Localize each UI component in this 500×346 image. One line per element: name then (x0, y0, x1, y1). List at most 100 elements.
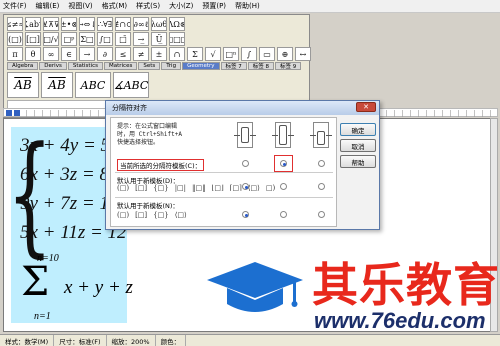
palette-quick-symbol-15[interactable]: ⊕ (277, 47, 293, 61)
palette-symbol-1[interactable]: ∡ab∵ (25, 17, 41, 31)
palette-quick-symbol-0[interactable]: π (7, 47, 23, 61)
palette-quick-symbol-13[interactable]: ∫ (241, 47, 257, 61)
menu-item-0[interactable]: 文件(F) (3, 1, 27, 11)
dialog-title: 分隔符对齐 (112, 104, 147, 112)
menu-item-3[interactable]: 格式(M) (102, 1, 128, 11)
palette-tab-6[interactable]: Geometry (182, 62, 220, 70)
palette-quick-symbol-7[interactable]: ≠ (133, 47, 149, 61)
palette-symbol-4[interactable]: →⇔↓ (79, 17, 95, 31)
status-style: 样式：数学(M) (0, 335, 55, 346)
palette-quick-symbol-16[interactable]: ↔ (295, 47, 311, 61)
palette-template-7[interactable]: →̲ (133, 32, 149, 46)
menu-item-4[interactable]: 样式(S) (136, 1, 160, 11)
palette-symbol-7[interactable]: ∂∞ℓ (133, 17, 149, 31)
palette-tab-5[interactable]: Trig (161, 62, 182, 70)
palette-symbol-5[interactable]: ∴∀∃ (97, 17, 113, 31)
delimiter-templates-n: (□) [□] {□} ⟨□⟩ (117, 211, 187, 219)
palette-quick-symbol-9[interactable]: ∩ (169, 47, 185, 61)
template-d-1: [□] (135, 184, 148, 192)
palette-template-3[interactable]: □ᵖ (61, 32, 77, 46)
geometry-template-2[interactable]: ABC (75, 72, 111, 98)
palette-tab-3[interactable]: Matrices (103, 62, 138, 70)
menu-item-6[interactable]: 预置(P) (202, 1, 226, 11)
cancel-button[interactable]: 取消 (340, 139, 376, 152)
sum-symbol: Σ (21, 259, 50, 305)
palette-symbol-2[interactable]: ⊻⊼⊽ (43, 17, 59, 31)
default-n-center-radio[interactable] (280, 211, 287, 218)
delimiter-templates-d: (□) [□] {□} |□| ‖□‖ ⌊□⌋ ⌈□⌉ ⟨□⟩ □) (117, 184, 275, 192)
palette-quick-symbol-11[interactable]: √ (205, 47, 221, 61)
equation-line-3: 9y + 7z = 1€ (20, 193, 119, 214)
palette-tab-4[interactable]: Sets (138, 62, 161, 70)
current-align-bottom-radio[interactable] (318, 160, 325, 167)
geometry-templates: AB AB ABC ∡ABC (7, 72, 149, 98)
current-template-label: 当前所选的分隔符模板(C)： (117, 159, 205, 171)
ok-button[interactable]: 确定 (340, 123, 376, 136)
default-n-top-radio[interactable] (242, 211, 249, 218)
current-align-top-radio[interactable] (242, 160, 249, 167)
palette-template-6[interactable]: □̄ (115, 32, 131, 46)
palette-template-9[interactable]: □□□ (169, 32, 185, 46)
status-color: 颜色： (156, 335, 187, 346)
palette-symbol-9[interactable]: ΛΩ⊗ (169, 17, 185, 31)
palette-quick-symbol-1[interactable]: θ (25, 47, 41, 61)
shortcut-hint: 提示：在公式窗口编辑 时，用 Ctrl+Shift+A 快捷选择按钮。 (117, 123, 182, 146)
template-d-4: ‖□‖ (192, 184, 206, 192)
geometry-template-1[interactable]: AB (41, 72, 73, 98)
dialog-title-bar[interactable]: 分隔符对齐 ✕ (106, 101, 379, 115)
palette-symbol-8[interactable]: λωθ (151, 17, 167, 31)
palette-tab-7[interactable]: 标签 7 (220, 62, 247, 70)
divider (115, 197, 333, 198)
palette-template-8[interactable]: Ü̲ (151, 32, 167, 46)
palette-quick-symbol-4[interactable]: → (79, 47, 95, 61)
palette-tab-8[interactable]: 标签 8 (247, 62, 275, 70)
palette-tab-9[interactable]: 标签 9 (275, 62, 302, 70)
menu-item-2[interactable]: 视图(V) (68, 1, 92, 11)
palette-tab-0[interactable]: Algebra (7, 62, 39, 70)
template-row-1: (□)[□]□/√□ᵖΣ□∫□□̄→̲Ü̲□□□ (7, 32, 185, 46)
align-top-preview-icon (234, 122, 256, 148)
template-d-7: ⟨□⟩ (247, 184, 260, 192)
palette-template-0[interactable]: (□) (7, 32, 23, 46)
palette-quick-symbol-12[interactable]: □ⁿ (223, 47, 239, 61)
status-zoom: 缩放：200% (107, 335, 156, 346)
palette-template-5[interactable]: ∫□ (97, 32, 113, 46)
palette-quick-symbol-10[interactable]: Σ (187, 47, 203, 61)
palette-tab-2[interactable]: Statistics (67, 62, 103, 70)
close-button[interactable]: ✕ (356, 102, 376, 112)
palette-symbol-6[interactable]: ∉∩⊂ (115, 17, 131, 31)
palette-template-2[interactable]: □/√ (43, 32, 59, 46)
menu-item-7[interactable]: 帮助(H) (235, 1, 260, 11)
template-n-2: {□} (153, 211, 169, 219)
tab-stop-center-icon[interactable] (14, 110, 20, 116)
palette-quick-symbol-2[interactable]: ∞ (43, 47, 59, 61)
palette-tab-1[interactable]: Derivs (39, 62, 67, 70)
default-n-bottom-radio[interactable] (318, 211, 325, 218)
geometry-template-3[interactable]: ∡ABC (113, 72, 149, 98)
menu-item-1[interactable]: 编辑(E) (36, 1, 60, 11)
tab-stop-left-icon[interactable] (6, 110, 12, 116)
template-d-3: |□| (174, 184, 187, 192)
menu-item-5[interactable]: 大小(Z) (169, 1, 193, 11)
default-d-top-radio[interactable] (242, 183, 249, 190)
palette-quick-symbol-14[interactable]: ▭ (259, 47, 275, 61)
default-d-center-radio[interactable] (280, 183, 287, 190)
geometry-template-0[interactable]: AB (7, 72, 39, 98)
help-button[interactable]: 帮助 (340, 155, 376, 168)
palette-symbol-3[interactable]: ±•⊗ (61, 17, 77, 31)
palette-template-4[interactable]: Σ□ (79, 32, 95, 46)
template-n-3: ⟨□⟩ (174, 211, 187, 219)
template-d-8: □) (265, 184, 276, 192)
default-d-bottom-radio[interactable] (318, 183, 325, 190)
equation-line-2: 6x + 3z = 8a (20, 164, 119, 185)
template-d-2: {□} (153, 184, 169, 192)
current-align-center-radio[interactable] (280, 160, 287, 167)
palette-template-1[interactable]: [□] (25, 32, 41, 46)
palette-quick-symbol-8[interactable]: ± (151, 47, 167, 61)
palette-quick-symbol-3[interactable]: ∈ (61, 47, 77, 61)
template-d-5: ⌊□⌋ (211, 184, 224, 192)
palette-symbol-0[interactable]: ≤≠≈ (7, 17, 23, 31)
palette-quick-symbol-6[interactable]: ≤ (115, 47, 131, 61)
delimiter-alignment-dialog: 分隔符对齐 ✕ 提示：在公式窗口编辑 时，用 Ctrl+Shift+A 快捷选择… (105, 100, 380, 230)
palette-quick-symbol-5[interactable]: ∂ (97, 47, 113, 61)
